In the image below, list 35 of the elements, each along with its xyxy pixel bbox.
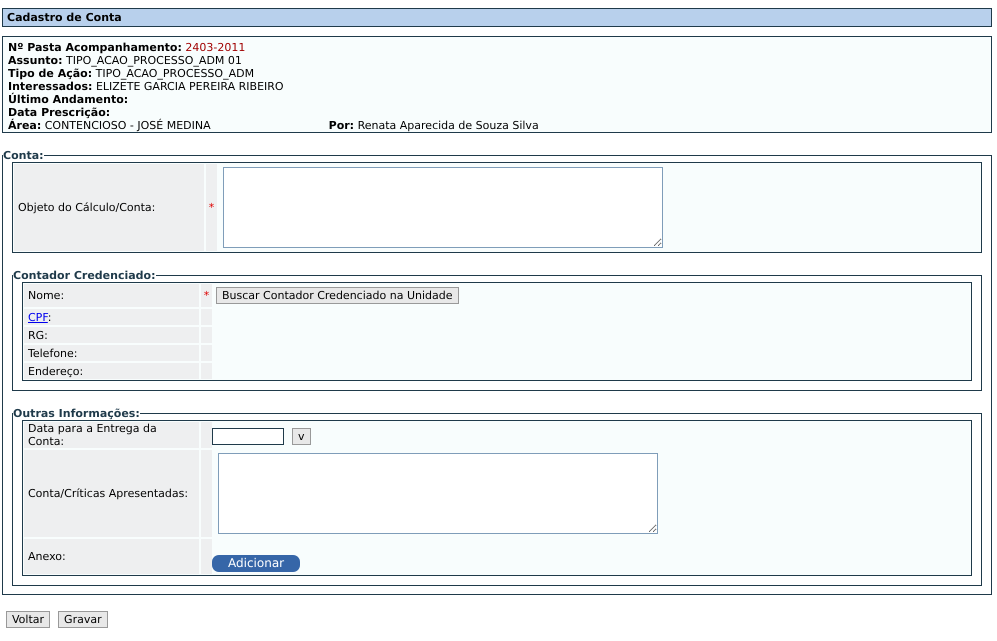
info-line: Nº Pasta Acompanhamento: 2403-2011 xyxy=(8,41,246,54)
info-line: Interessados: ELIZETE GARCIA PEREIRA RIBEIRO xyxy=(8,80,284,93)
field-label: Data para a Entrega da Conta: xyxy=(24,422,199,448)
section-legend: Outras Informações: xyxy=(13,407,140,420)
form-button[interactable]: Voltar xyxy=(6,611,50,628)
field-label: CPF: xyxy=(24,309,199,325)
search-button[interactable]: Buscar Contador Credenciado na Unidade xyxy=(216,287,458,304)
section-legend: Conta: xyxy=(3,149,44,162)
cpf-link[interactable]: CPF xyxy=(28,310,48,324)
section-legend: Contador Credenciado: xyxy=(13,269,156,282)
add-button[interactable]: Adicionar xyxy=(212,555,300,572)
form-button[interactable]: Gravar xyxy=(58,611,108,628)
marker-cell xyxy=(201,539,212,574)
marker-cell xyxy=(201,422,212,448)
author-text: Por: Renata Aparecida de Souza Silva xyxy=(328,119,539,132)
text-area[interactable] xyxy=(223,167,663,248)
field-label: Nome: xyxy=(24,284,199,307)
marker-cell: * xyxy=(206,164,217,251)
field-label: Endereço: xyxy=(24,363,199,379)
field-label: Anexo: xyxy=(24,539,199,574)
info-line: Assunto: TIPO_ACAO_PROCESSO_ADM 01 xyxy=(8,54,242,67)
page-title: Cadastro de Conta xyxy=(2,8,992,27)
info-line: Área: CONTENCIOSO - JOSÉ MEDINA xyxy=(8,119,211,132)
calendar-button[interactable]: v xyxy=(292,428,311,444)
field-label: Objeto do Cálculo/Conta: xyxy=(14,164,204,251)
field-label: RG: xyxy=(24,327,199,343)
date-field[interactable] xyxy=(212,428,284,444)
marker-cell xyxy=(201,363,212,379)
info-line: Data Prescrição: xyxy=(8,106,110,119)
info-line: Tipo de Ação: TIPO_ACAO_PROCESSO_ADM xyxy=(8,67,254,80)
marker-cell: * xyxy=(201,284,212,307)
info-line: Último Andamento: xyxy=(8,93,128,106)
field-label: Telefone: xyxy=(24,345,199,361)
field-label: Conta/Críticas Apresentadas: xyxy=(24,450,199,537)
text-area[interactable] xyxy=(218,453,658,534)
